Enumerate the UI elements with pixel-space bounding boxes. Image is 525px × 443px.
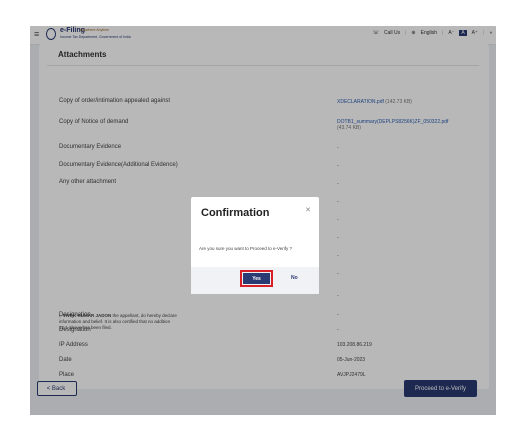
no-button[interactable]: No [291, 275, 298, 281]
yes-button[interactable]: Yes [243, 273, 270, 284]
dialog-title: Confirmation [201, 207, 270, 219]
yes-button-highlight: Yes [240, 270, 273, 287]
close-icon[interactable]: ✕ [305, 206, 311, 214]
dialog-message: Are you sure you want to Proceed to e-Ve… [199, 246, 293, 251]
